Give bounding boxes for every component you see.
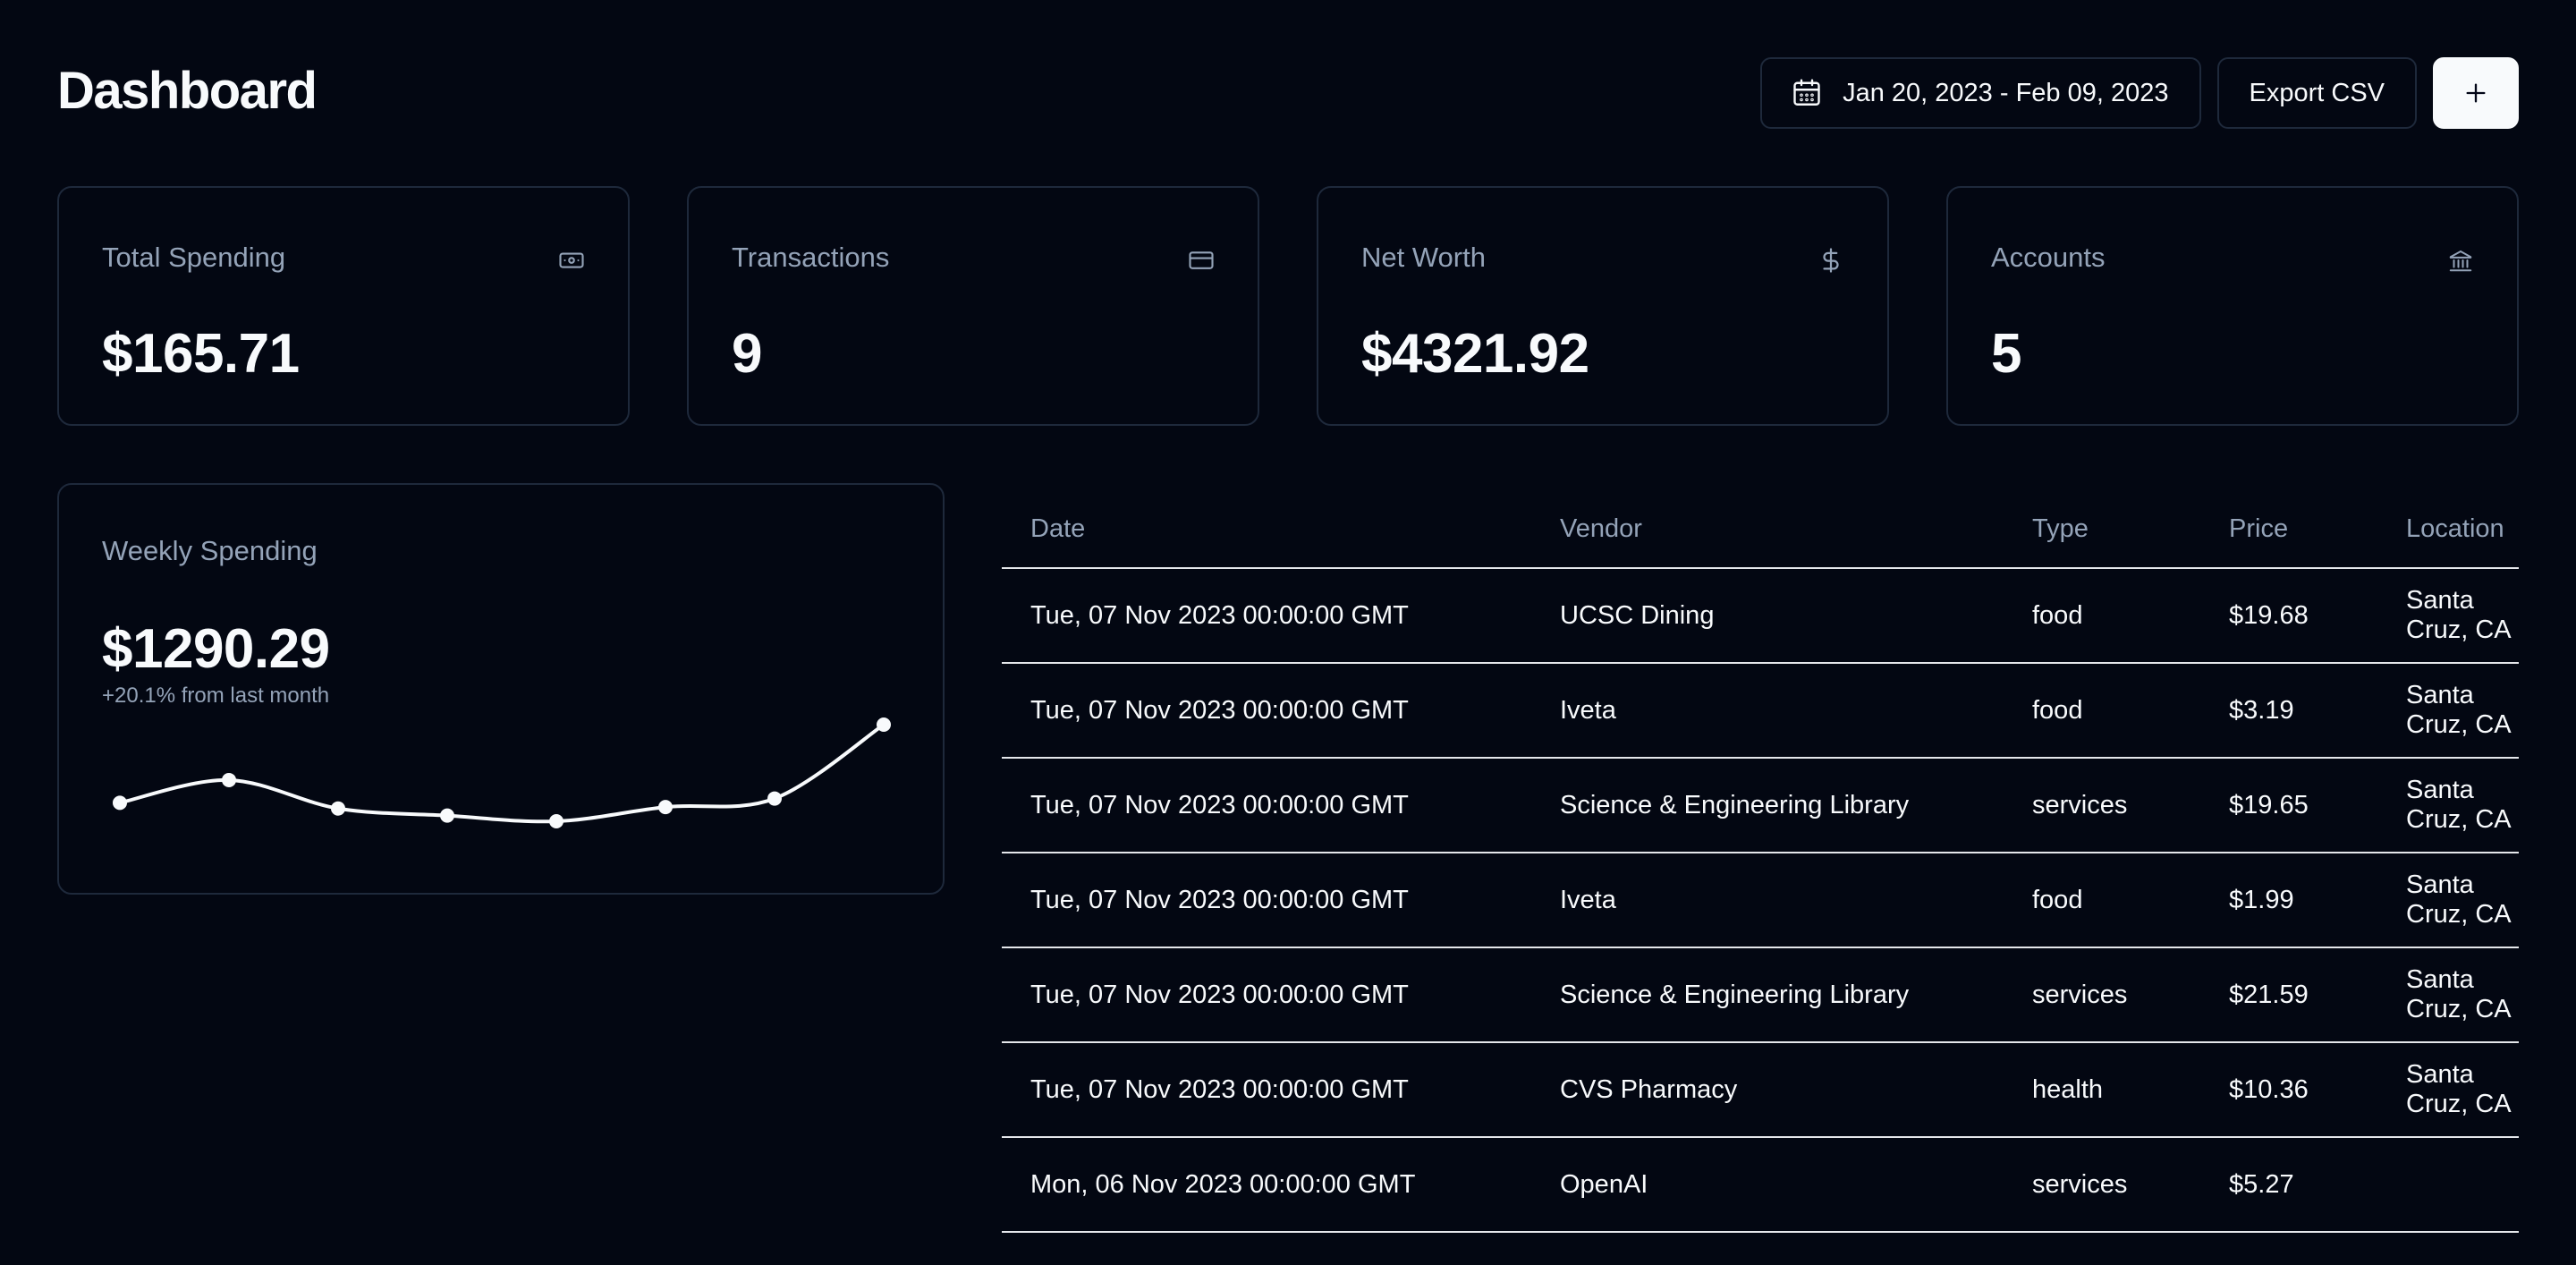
- calendar-icon: [1791, 77, 1823, 109]
- table-row[interactable]: Tue, 07 Nov 2023 00:00:00 GMT Science & …: [1002, 758, 2519, 853]
- table-row[interactable]: Tue, 07 Nov 2023 00:00:00 GMT Iveta food…: [1002, 853, 2519, 948]
- cell-vendor: CVS Pharmacy: [1531, 1042, 2004, 1138]
- credit-card-icon: [1188, 247, 1215, 278]
- cell-date: Tue, 07 Nov 2023 00:00:00 GMT: [1002, 663, 1531, 759]
- cell-price: $19.65: [2200, 758, 2377, 853]
- sparkline-point-6[interactable]: [767, 791, 782, 806]
- column-header-price[interactable]: Price: [2200, 490, 2377, 569]
- cell-type: food: [2004, 663, 2200, 759]
- stat-label: Accounts: [1991, 242, 2106, 273]
- sparkline-point-1[interactable]: [222, 772, 236, 787]
- toolbar: Jan 20, 2023 - Feb 09, 2023 Export CSV: [1760, 57, 2519, 129]
- sparkline-point-5[interactable]: [658, 800, 673, 815]
- cell-date: Mon, 06 Nov 2023 00:00:00 GMT: [1002, 1137, 1531, 1233]
- cell-date: Tue, 07 Nov 2023 00:00:00 GMT: [1002, 758, 1531, 853]
- cell-date: Tue, 07 Nov 2023 00:00:00 GMT: [1002, 853, 1531, 948]
- dollar-sign-icon: [1818, 247, 1844, 278]
- transactions-card: Transactions 9: [687, 186, 1259, 426]
- total-spending-card: Total Spending $165.71: [57, 186, 630, 426]
- sparkline-point-4[interactable]: [549, 814, 564, 828]
- cell-vendor: Iveta: [1531, 663, 2004, 759]
- cell-location: Santa Cruz, CA: [2377, 663, 2519, 759]
- bank-icon: [2447, 247, 2474, 278]
- column-header-vendor[interactable]: Vendor: [1531, 490, 2004, 569]
- cell-price: $1.99: [2200, 853, 2377, 948]
- column-header-date[interactable]: Date: [1002, 490, 1531, 569]
- cell-location: Santa Cruz, CA: [2377, 1042, 2519, 1138]
- table-row[interactable]: Tue, 07 Nov 2023 00:00:00 GMT Iveta food…: [1002, 663, 2519, 759]
- cell-price: $21.59: [2200, 947, 2377, 1043]
- stat-value: 5: [1991, 323, 2021, 385]
- cell-type: health: [2004, 1042, 2200, 1138]
- transactions-table: Date Vendor Type Price Location Tue, 07 …: [1002, 490, 2519, 1233]
- cell-location: Santa Cruz, CA: [2377, 853, 2519, 948]
- cell-vendor: UCSC Dining: [1531, 568, 2004, 664]
- cell-price: $10.36: [2200, 1042, 2377, 1138]
- cell-vendor: Iveta: [1531, 853, 2004, 948]
- sparkline-point-0[interactable]: [113, 795, 127, 811]
- cell-price: $3.19: [2200, 663, 2377, 759]
- table-row[interactable]: Tue, 07 Nov 2023 00:00:00 GMT UCSC Dinin…: [1002, 568, 2519, 664]
- banknote-icon: [558, 247, 585, 278]
- cell-price: $5.27: [2200, 1137, 2377, 1233]
- sparkline-point-2[interactable]: [331, 801, 345, 816]
- stat-value: 9: [732, 323, 762, 385]
- date-range-picker[interactable]: Jan 20, 2023 - Feb 09, 2023: [1760, 57, 2201, 129]
- date-range-label: Jan 20, 2023 - Feb 09, 2023: [1843, 78, 2169, 107]
- weekly-spending-sparkline: [113, 717, 891, 828]
- add-button[interactable]: [2433, 57, 2519, 129]
- stat-value: $165.71: [102, 323, 300, 385]
- cell-location: Santa Cruz, CA: [2377, 947, 2519, 1043]
- export-csv-button[interactable]: Export CSV: [2216, 57, 2417, 129]
- sparkline-point-3[interactable]: [440, 808, 454, 823]
- stat-label: Net Worth: [1361, 242, 1486, 273]
- net-worth-card: Net Worth $4321.92: [1317, 186, 1889, 426]
- stat-value: $4321.92: [1361, 323, 1589, 385]
- table-row[interactable]: Mon, 06 Nov 2023 00:00:00 GMT OpenAI ser…: [1002, 1137, 2519, 1233]
- sparkline-path: [119, 723, 886, 824]
- accounts-card: Accounts 5: [1946, 186, 2519, 426]
- stat-label: Transactions: [732, 242, 890, 273]
- table-row[interactable]: Tue, 07 Nov 2023 00:00:00 GMT CVS Pharma…: [1002, 1042, 2519, 1138]
- cell-date: Tue, 07 Nov 2023 00:00:00 GMT: [1002, 1042, 1531, 1138]
- weekly-spending-card: Weekly Spending $1290.29 +20.1% from las…: [57, 483, 945, 895]
- column-header-location[interactable]: Location: [2377, 490, 2519, 569]
- cell-vendor: OpenAI: [1531, 1137, 2004, 1233]
- cell-date: Tue, 07 Nov 2023 00:00:00 GMT: [1002, 947, 1531, 1043]
- cell-price: $19.68: [2200, 568, 2377, 664]
- cell-type: food: [2004, 568, 2200, 664]
- cell-type: services: [2004, 1137, 2200, 1233]
- table-header-row: Date Vendor Type Price Location: [1002, 490, 2519, 569]
- sparkline-point-7[interactable]: [877, 717, 891, 732]
- stat-label: Total Spending: [102, 242, 286, 273]
- column-header-type[interactable]: Type: [2004, 490, 2200, 569]
- cell-vendor: Science & Engineering Library: [1531, 758, 2004, 853]
- cell-type: services: [2004, 947, 2200, 1043]
- cell-type: food: [2004, 853, 2200, 948]
- cell-location: Santa Cruz, CA: [2377, 568, 2519, 664]
- cell-location: Santa Cruz, CA: [2377, 758, 2519, 853]
- cell-date: Tue, 07 Nov 2023 00:00:00 GMT: [1002, 568, 1531, 664]
- table-row[interactable]: Tue, 07 Nov 2023 00:00:00 GMT Science & …: [1002, 947, 2519, 1043]
- cell-location: [2377, 1137, 2519, 1233]
- cell-type: services: [2004, 758, 2200, 853]
- page-title: Dashboard: [57, 62, 318, 120]
- cell-vendor: Science & Engineering Library: [1531, 947, 2004, 1043]
- plus-icon: [2463, 81, 2488, 106]
